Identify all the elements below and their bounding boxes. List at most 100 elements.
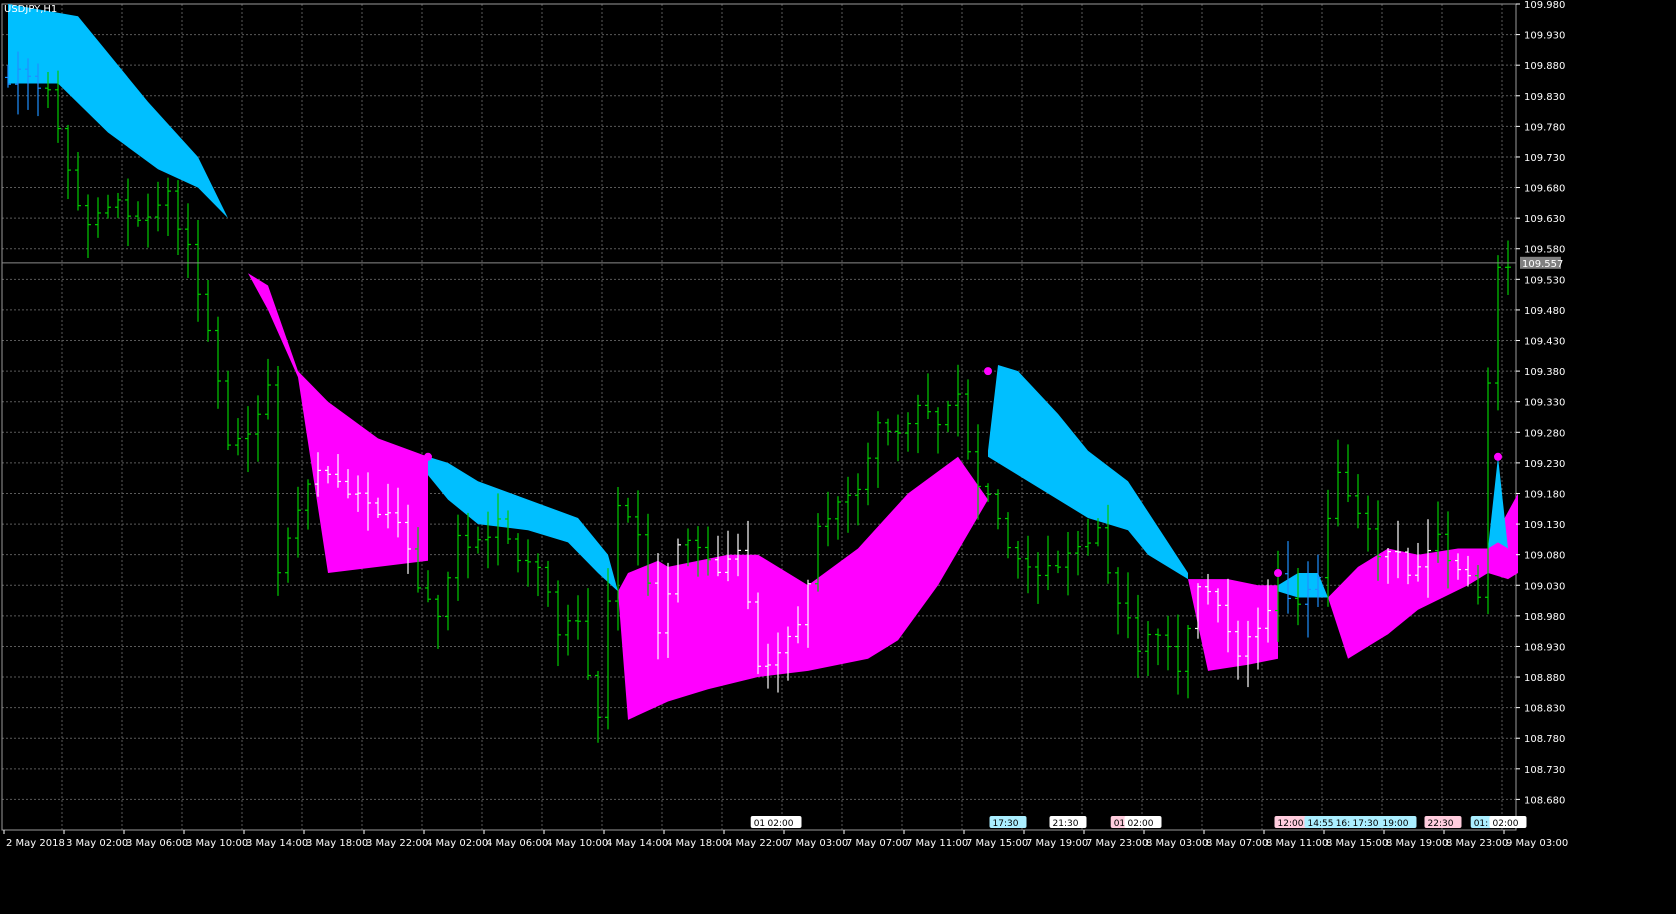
ohlc-bar — [625, 497, 631, 523]
price-tick-label: 109.180 — [1524, 489, 1565, 500]
ohlc-bar — [215, 316, 221, 409]
price-tick-label: 109.780 — [1524, 122, 1565, 133]
ohlc-bar — [95, 197, 101, 238]
band-down-3 — [618, 456, 988, 720]
ohlc-bar — [475, 526, 481, 554]
ohlc-bar — [425, 570, 431, 603]
time-tick-label: 3 May 06:00 — [126, 838, 188, 849]
time-tick-label: 8 May 19:00 — [1386, 838, 1448, 849]
ohlc-bar — [1095, 518, 1101, 547]
time-tick-label: 8 May 23:00 — [1446, 838, 1508, 849]
ohlc-bar — [515, 533, 521, 573]
ohlc-bar — [855, 473, 861, 526]
signal-dot — [1494, 452, 1502, 461]
ohlc-bar — [565, 604, 571, 656]
ohlc-bar — [825, 491, 831, 547]
ohlc-bar — [535, 553, 541, 597]
ohlc-bar — [1185, 625, 1191, 699]
time-marker-label: 21:30 — [1053, 819, 1079, 829]
time-marker-label: 16: — [1336, 819, 1350, 829]
time-marker-label: 12:00 — [1278, 819, 1304, 829]
band-up-2 — [428, 456, 618, 592]
ohlc-bar — [1285, 541, 1291, 614]
price-tick-label: 109.630 — [1524, 214, 1565, 225]
ohlc-bar — [525, 539, 531, 587]
axis-layer: 109.557 109.980 109.930 109.880 109.830 109.7… — [2, 0, 1568, 849]
time-tick-label: 8 May 07:00 — [1206, 838, 1268, 849]
time-tick-label: 3 May 18:00 — [306, 838, 368, 849]
price-tick-label: 109.530 — [1524, 275, 1565, 286]
time-marker-label: 01: — [1474, 819, 1488, 829]
price-tick-label: 109.130 — [1524, 520, 1565, 531]
signal-dot — [424, 452, 432, 461]
ohlc-bar — [135, 201, 141, 227]
ohlc-bar — [155, 181, 161, 232]
chart-grid — [1, 3, 1517, 831]
time-tick-label: 3 May 22:00 — [366, 838, 428, 849]
ohlc-bar — [1305, 561, 1311, 638]
time-tick-label: 9 May 03:00 — [1506, 838, 1568, 849]
price-tick-label: 109.480 — [1524, 306, 1565, 317]
time-tick-label: 4 May 22:00 — [726, 838, 788, 849]
ohlc-bar — [455, 514, 461, 601]
signal-dot — [1274, 569, 1282, 578]
price-tick-label: 108.830 — [1524, 704, 1565, 715]
ohlc-bar — [995, 489, 1001, 530]
price-tick-label: 109.680 — [1524, 184, 1565, 195]
ohlc-bar — [305, 479, 311, 530]
price-tick-label: 109.880 — [1524, 61, 1565, 72]
ohlc-bar — [225, 370, 231, 451]
ohlc-bar — [125, 178, 131, 247]
ohlc-bar — [175, 180, 181, 256]
ohlc-bar — [165, 177, 171, 237]
price-tick-label: 109.730 — [1524, 153, 1565, 164]
time-tick-label: 8 May 15:00 — [1326, 838, 1388, 849]
price-tick-label: 108.780 — [1524, 734, 1565, 745]
price-tick-label: 108.980 — [1524, 612, 1565, 623]
ohlc-bar — [1135, 594, 1141, 678]
price-tick-label: 109.830 — [1524, 92, 1565, 103]
time-tick-label: 7 May 23:00 — [1086, 838, 1148, 849]
price-tick-label: 109.980 — [1524, 0, 1565, 11]
price-tick-label: 108.730 — [1524, 765, 1565, 776]
time-tick-label: 8 May 03:00 — [1146, 838, 1208, 849]
signal-dot — [984, 367, 992, 376]
chart-frame — [1, 3, 1517, 831]
ohlc-bar — [255, 395, 261, 462]
time-tick-label: 4 May 02:00 — [426, 838, 488, 849]
price-tick-label: 109.330 — [1524, 398, 1565, 409]
time-tick-label: 7 May 11:00 — [906, 838, 968, 849]
ohlc-bar — [295, 486, 301, 558]
price-chart[interactable]: 109.557 109.980 109.930 109.880 109.830 109.7… — [0, 0, 1676, 910]
ohlc-bar — [925, 373, 931, 420]
time-marker-label: 02:00 — [1128, 819, 1154, 829]
price-tick-label: 108.680 — [1524, 795, 1565, 806]
ohlc-bar — [1045, 535, 1051, 591]
chart-window[interactable]: 109.557 109.980 109.930 109.880 109.830 109.7… — [0, 0, 1676, 910]
time-tick-label: 7 May 15:00 — [966, 838, 1028, 849]
ohlc-bar — [605, 568, 611, 730]
ohlc-bar — [1055, 550, 1061, 574]
time-marker-label: 22:30 — [1428, 819, 1454, 829]
ohlc-bar — [1175, 614, 1181, 695]
ohlc-bar — [1035, 552, 1041, 604]
time-marker-label: 17:30 — [1353, 819, 1379, 829]
ohlc-bar — [1025, 535, 1031, 594]
ohlc-bar — [1115, 567, 1121, 635]
price-tick-label: 109.930 — [1524, 31, 1565, 42]
ohlc-bar — [1075, 530, 1081, 576]
ohlc-bar — [865, 442, 871, 506]
ohlc-bar — [895, 414, 901, 462]
ohlc-bar — [75, 152, 81, 211]
ohlc-bar — [935, 407, 941, 454]
time-marker-label: 17:30 — [993, 819, 1019, 829]
ohlc-bar — [595, 670, 601, 743]
ohlc-bar — [835, 496, 841, 540]
price-tick-label: 108.930 — [1524, 642, 1565, 653]
time-tick-label: 4 May 10:00 — [546, 838, 608, 849]
ohlc-bar — [1485, 367, 1491, 615]
time-tick-label: 7 May 07:00 — [846, 838, 908, 849]
ohlc-bar — [1165, 615, 1171, 671]
ohlc-bar — [265, 358, 271, 420]
ohlc-bar — [105, 194, 111, 219]
